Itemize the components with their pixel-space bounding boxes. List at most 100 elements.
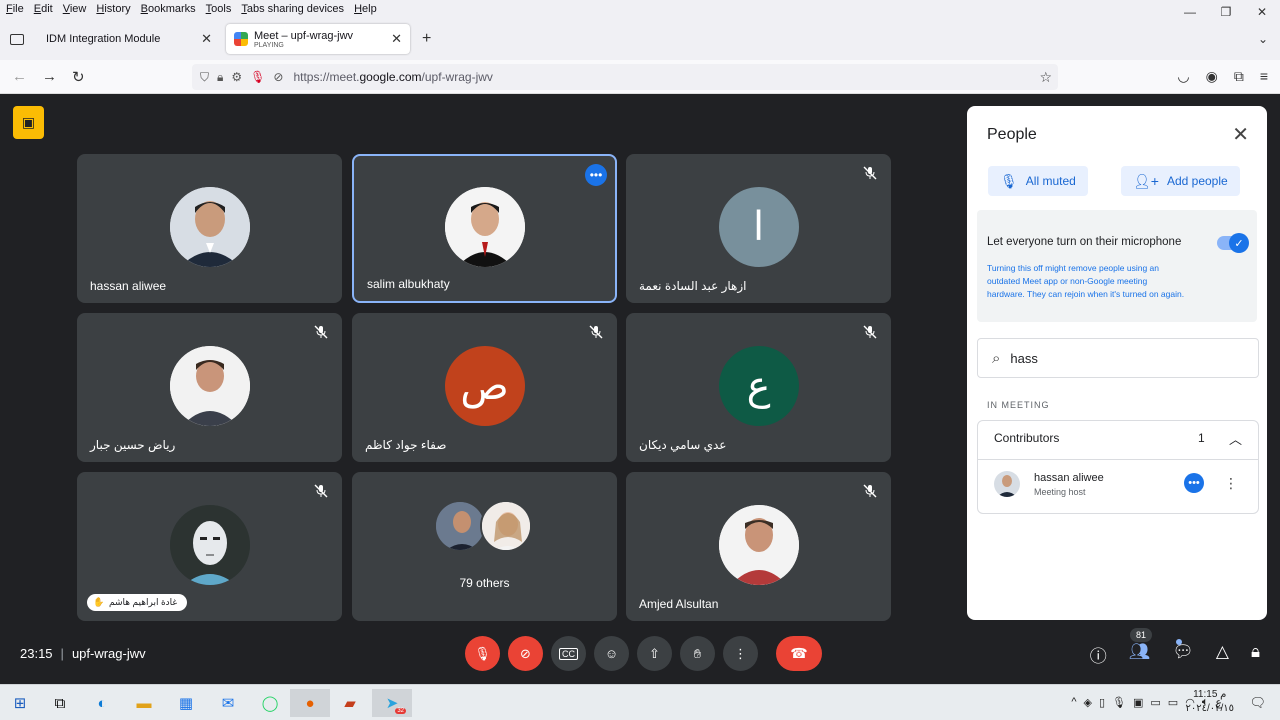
participant-tile-active[interactable]: ••• salim albukhaty: [352, 154, 617, 303]
close-icon[interactable]: ✕: [391, 31, 402, 47]
emoji-icon: ☺: [604, 646, 619, 661]
host-controls-icon[interactable]: 🔒︎: [1251, 642, 1260, 667]
group-label[interactable]: Contributors: [994, 431, 1059, 445]
chat-icon[interactable]: 💬︎: [1172, 642, 1194, 667]
mic-permission-toggle[interactable]: ✓: [1217, 233, 1249, 253]
all-muted-button[interactable]: 🎙︎ All muted: [988, 166, 1088, 196]
chevron-down-icon[interactable]: ⌄: [1258, 32, 1268, 46]
url-prefix: https://meet.: [293, 70, 360, 84]
forward-icon[interactable]: →: [42, 68, 57, 85]
menu-bookmarks[interactable]: Bookmarks: [141, 3, 196, 15]
pocket-icon[interactable]: ◡: [1177, 68, 1189, 85]
camera-off-indicator-icon[interactable]: ▣: [13, 106, 44, 139]
telegram-icon[interactable]: ➤ 32: [372, 689, 412, 717]
person-photo-icon: [169, 187, 250, 267]
people-icon[interactable]: 👥︎: [1129, 642, 1151, 667]
menu-help[interactable]: Help: [354, 3, 377, 15]
store-icon[interactable]: ▦: [166, 689, 206, 717]
chevron-up-icon[interactable]: ︿: [1229, 429, 1242, 448]
permissions-icon[interactable]: ⚙: [231, 70, 242, 84]
edge-icon[interactable]: ◐: [82, 689, 122, 717]
mail-icon[interactable]: ✉: [208, 689, 248, 717]
url-bar[interactable]: ⛉ 🔒︎ ⚙ 🎙︎ ⊘ https://meet.google.com/upf-…: [192, 64, 1058, 90]
mic-icon[interactable]: 🎙︎: [250, 70, 265, 84]
menu-history[interactable]: History: [96, 3, 130, 15]
firefox-icon[interactable]: ●: [290, 689, 330, 717]
reactions-button[interactable]: ☺: [594, 636, 629, 671]
chevron-up-icon[interactable]: ^: [1071, 696, 1076, 709]
menu-tools[interactable]: Tools: [206, 3, 232, 15]
participant-name: hassan aliwee: [90, 279, 167, 293]
add-people-button[interactable]: 👤︎+ Add people: [1121, 166, 1240, 196]
shield-icon[interactable]: ⛉: [200, 70, 209, 85]
display-icon[interactable]: ▭: [1150, 696, 1160, 709]
tab-idm[interactable]: IDM Integration Module ✕: [34, 24, 220, 54]
participant-tile[interactable]: ص صفاء جواد كاظم: [352, 313, 617, 462]
task-view-icon[interactable]: ⧉: [40, 689, 80, 717]
info-icon[interactable]: ⓘ: [1090, 642, 1107, 667]
more-options-icon[interactable]: •••: [585, 164, 607, 186]
toggle-label: Let everyone turn on their microphone: [987, 236, 1182, 248]
participant-tile[interactable]: ع عدي سامي ديكان: [626, 313, 891, 462]
close-icon[interactable]: ✕: [201, 31, 212, 47]
participant-tile[interactable]: ا ازهار عبد السادة نعمة: [626, 154, 891, 303]
windows-start-icon[interactable]: ⊞: [0, 689, 40, 717]
hand-icon: ✋: [93, 597, 105, 607]
nav-bar: ← → ↻ ⛉ 🔒︎ ⚙ 🎙︎ ⊘ https://meet.google.co…: [0, 60, 1280, 94]
menu-file[interactable]: File: [6, 3, 24, 15]
extensions-icon[interactable]: ⧉: [1234, 68, 1244, 85]
lock-icon[interactable]: 🔒︎: [217, 70, 223, 85]
present-screen-icon: ⇧: [649, 645, 660, 661]
device-icon[interactable]: ▯: [1099, 696, 1105, 709]
tab-meet[interactable]: Meet – upf-wrag-jwv PLAYING ✕: [226, 24, 410, 54]
mic-icon[interactable]: 🎙︎: [1112, 696, 1126, 709]
avatar: ا: [718, 187, 799, 267]
participant-tile[interactable]: Amjed Alsultan: [626, 472, 891, 621]
participant-name: غادة ابراهيم هاشم: [109, 597, 178, 607]
camera-off-icon[interactable]: ⊘: [273, 70, 283, 84]
raise-hand-button[interactable]: ✋︎: [680, 636, 715, 671]
new-tab-icon[interactable]: +: [422, 30, 431, 48]
toolbar-right: ◡ ◉ ⧉ ≡: [1177, 68, 1268, 85]
bookmark-star-icon[interactable]: ☆: [1039, 69, 1052, 86]
activities-icon[interactable]: △: [1216, 642, 1229, 667]
taskbar-date: ٢٠٢٤/٠٢/١٥: [1185, 703, 1234, 714]
taskbar-time: 11:15 م: [1193, 689, 1227, 700]
powerpoint-icon[interactable]: ▰: [330, 689, 370, 717]
mic-toggle-button[interactable]: 🎙︎: [465, 636, 500, 671]
reload-icon[interactable]: ↻: [72, 68, 85, 86]
leave-call-button[interactable]: ☎︎: [776, 636, 822, 671]
participant-tile[interactable]: ✋ غادة ابراهيم هاشم: [77, 472, 342, 621]
battery-icon[interactable]: ▭: [1168, 696, 1178, 709]
mic-off-icon: [314, 325, 328, 339]
menu-view[interactable]: View: [63, 3, 87, 15]
kebab-menu-icon[interactable]: ⋮: [1224, 475, 1238, 492]
close-icon[interactable]: ✕: [1232, 122, 1249, 147]
present-button[interactable]: ⇧: [637, 636, 672, 671]
search-input[interactable]: ⌕ hass: [977, 338, 1259, 378]
menu-tabs-sharing[interactable]: Tabs sharing devices: [241, 3, 344, 15]
others-tile[interactable]: 79 others: [352, 472, 617, 621]
people-panel: People ✕ 🎙︎ All muted 👤︎+ Add people Let…: [967, 106, 1267, 620]
back-icon[interactable]: ←: [12, 68, 27, 85]
others-count: 79 others: [459, 576, 510, 590]
camera-icon[interactable]: ▣: [1133, 696, 1143, 709]
whatsapp-icon[interactable]: ◯: [250, 689, 290, 717]
meeting-info: 23:15 | upf-wrag-jwv: [20, 646, 146, 661]
captions-button[interactable]: CC: [551, 636, 586, 671]
participant-tile[interactable]: hassan aliwee: [77, 154, 342, 303]
person-photo-icon: [994, 471, 1020, 497]
taskbar-clock[interactable]: 11:15 م ٢٠٢٤/٠٢/١٥: [1185, 688, 1234, 716]
notification-icon[interactable]: 🗨︎: [1249, 695, 1266, 711]
account-icon[interactable]: ◉: [1206, 68, 1218, 85]
network-icon[interactable]: ◈: [1083, 696, 1091, 709]
menu-edit[interactable]: Edit: [34, 3, 53, 15]
more-options-button[interactable]: ⋮: [723, 636, 758, 671]
tab-list-icon[interactable]: [10, 34, 24, 45]
telegram-badge: 32: [395, 708, 406, 714]
tab-label: IDM Integration Module: [46, 33, 161, 45]
file-explorer-icon[interactable]: ▬: [124, 689, 164, 717]
participant-tile[interactable]: رياض حسين جبار: [77, 313, 342, 462]
camera-toggle-button[interactable]: ⊘: [508, 636, 543, 671]
hamburger-menu-icon[interactable]: ≡: [1260, 68, 1268, 85]
